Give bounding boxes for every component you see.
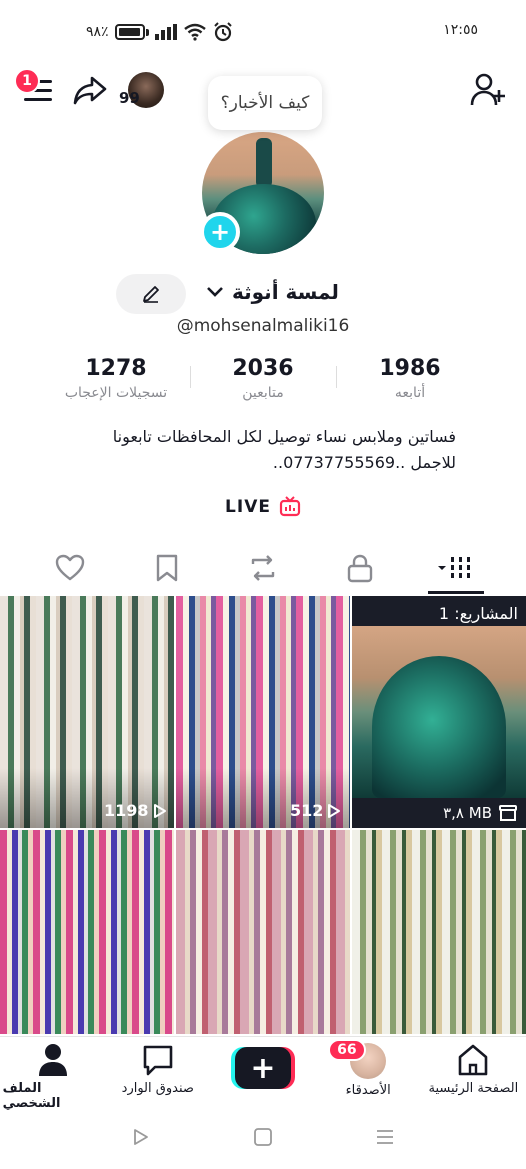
- video-thumbnail[interactable]: 512: [176, 596, 350, 828]
- live-button[interactable]: LIVE: [0, 496, 526, 518]
- bottom-nav: الملف الشخصي صندوق الوارد + 66 الأصدقاء …: [0, 1036, 526, 1111]
- plus-icon: +: [234, 1047, 291, 1089]
- add-friend-icon[interactable]: [470, 72, 506, 108]
- add-story-button[interactable]: +: [200, 212, 240, 252]
- edit-profile-button[interactable]: [116, 274, 186, 314]
- story-count: 99: [119, 89, 140, 107]
- nav-friends[interactable]: 66 الأصدقاء: [318, 1039, 418, 1098]
- tab-private[interactable]: [330, 548, 390, 588]
- nav-label: صندوق الوارد: [121, 1081, 194, 1096]
- wifi-icon: [183, 23, 206, 41]
- bio-line: فساتين وملابس نساء توصيل لكل المحافظات ت…: [112, 427, 456, 446]
- pencil-icon: [143, 286, 159, 303]
- tab-reposts[interactable]: [233, 548, 293, 588]
- project-size: ٣,٨ MB: [443, 804, 518, 822]
- create-button[interactable]: +: [230, 1047, 295, 1089]
- nav-profile[interactable]: الملف الشخصي: [3, 1043, 103, 1111]
- video-thumbnail[interactable]: [0, 830, 174, 1034]
- repost-icon: [251, 555, 275, 581]
- nav-create[interactable]: +: [213, 1043, 313, 1089]
- profile-icon: [38, 1044, 67, 1076]
- tab-videos[interactable]: [426, 548, 486, 594]
- alarm-icon: [213, 22, 232, 42]
- signal-icon: [154, 24, 177, 40]
- play-icon: [328, 803, 341, 818]
- view-count-value: 1198: [104, 801, 149, 820]
- status-bubble[interactable]: كيف الأخبار؟: [208, 76, 322, 130]
- bio-line: للاجمل ..07737755569..: [272, 453, 456, 472]
- video-thumbnail[interactable]: [176, 830, 350, 1034]
- friends-badge: 66: [328, 1039, 366, 1061]
- home-icon: [459, 1044, 488, 1076]
- live-label: LIVE: [225, 497, 271, 517]
- nav-inbox[interactable]: صندوق الوارد: [108, 1043, 208, 1096]
- live-tv-icon: [279, 496, 301, 517]
- project-size-value: ٣,٨ MB: [443, 804, 492, 822]
- status-time: ١٢:٥٥: [443, 22, 478, 38]
- nav-label: الملف الشخصي: [2, 1081, 61, 1111]
- view-count: 1198: [104, 801, 167, 820]
- lock-icon: [347, 554, 372, 583]
- inbox-icon: [143, 1045, 173, 1076]
- battery-tip: [145, 28, 149, 36]
- profile-tabs: [0, 548, 526, 594]
- stat-label: أتابعه: [394, 385, 426, 401]
- notification-badge: 1: [14, 68, 40, 94]
- bio: فساتين وملابس نساء توصيل لكل المحافظات ت…: [40, 424, 456, 476]
- battery-percent: ٩٨٪: [86, 24, 109, 40]
- archive-icon: [499, 805, 517, 821]
- display-name: لمسة أنوثة: [232, 280, 339, 304]
- play-icon: [153, 803, 166, 818]
- stat-label: متابعين: [242, 385, 284, 401]
- stat-value: 1986: [379, 356, 441, 381]
- stat-label: تسجيلات الإعجاب: [64, 385, 168, 401]
- video-thumbnail[interactable]: 1198: [0, 596, 174, 828]
- bookmark-icon: [156, 554, 177, 582]
- share-icon[interactable]: [72, 74, 108, 106]
- stat-value: 1278: [85, 356, 147, 381]
- nav-label: الصفحة الرئيسية: [428, 1081, 519, 1096]
- chevron-down-icon: [207, 287, 223, 297]
- stat-following[interactable]: 1986 أتابعه: [330, 356, 490, 401]
- nav-label: الأصدقاء: [345, 1083, 391, 1098]
- stat-likes[interactable]: 1278 تسجيلات الإعجاب: [36, 356, 196, 401]
- nav-home[interactable]: الصفحة الرئيسية: [423, 1043, 523, 1096]
- project-thumbnail: [352, 626, 526, 798]
- system-nav: [0, 1112, 526, 1162]
- tab-liked[interactable]: [40, 548, 100, 588]
- home-button-icon[interactable]: [253, 1127, 273, 1147]
- view-count-value: 512: [290, 801, 324, 820]
- grid-icon: [438, 557, 470, 578]
- battery-icon: [114, 24, 145, 40]
- account-switcher[interactable]: لمسة أنوثة: [206, 280, 339, 304]
- tab-favorites[interactable]: [137, 548, 197, 588]
- username: @mohsenalmaliki16: [176, 316, 350, 336]
- heart-icon: [55, 554, 85, 581]
- stat-followers[interactable]: 2036 متابعين: [183, 356, 343, 401]
- projects-label: المشاريع: 1: [438, 604, 518, 623]
- stat-value: 2036: [232, 356, 294, 381]
- status-icons: ٩٨٪: [86, 22, 233, 42]
- video-grid: 1198 512 المشاريع: 1 ٣,٨ MB: [0, 596, 526, 1034]
- projects-folder[interactable]: المشاريع: 1 ٣,٨ MB: [352, 596, 526, 828]
- recents-icon[interactable]: [375, 1127, 395, 1147]
- back-icon[interactable]: [131, 1127, 151, 1147]
- view-count: 512: [290, 801, 341, 820]
- video-thumbnail[interactable]: [352, 830, 526, 1034]
